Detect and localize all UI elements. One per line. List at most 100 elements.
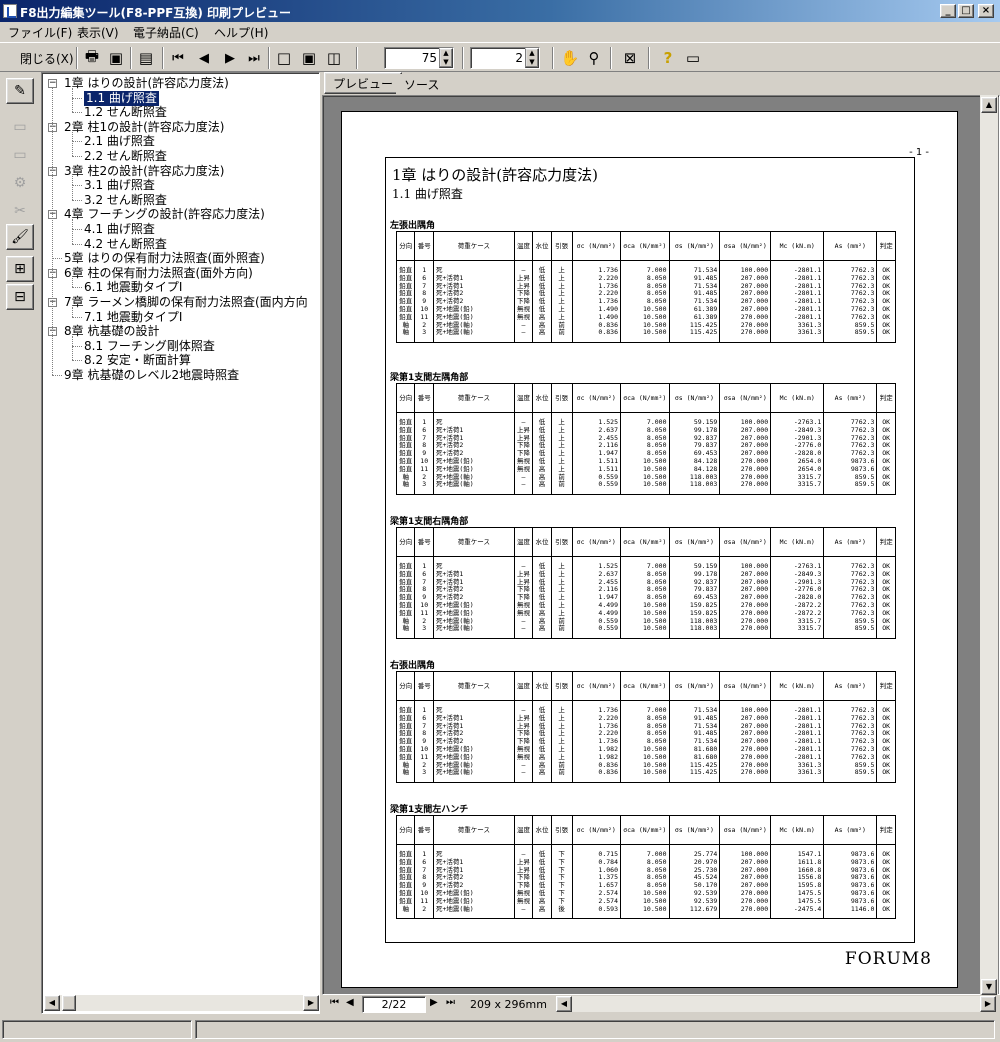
- table-column-cell: 死死+活荷1 死+活荷1 死+活荷2 死+活荷2 死+地震(鉛) 死+地震(鉛) 死+地震(…: [432, 555, 515, 640]
- maximize-button[interactable]: □: [958, 4, 974, 18]
- tree-chapter-item[interactable]: 3章 柱2の設計(許容応力度法): [64, 164, 224, 179]
- nav-last-icon[interactable]: ⏭: [446, 997, 455, 1008]
- first-page-icon[interactable]: ⏮: [166, 46, 190, 70]
- tree-section-item[interactable]: 1.2 せん断照査: [84, 105, 167, 120]
- page-indicator[interactable]: 2/22: [362, 996, 426, 1013]
- hand-icon[interactable]: ✋: [558, 46, 582, 70]
- table-cell-value: 112.679: [689, 904, 718, 913]
- column-header: As (mm²): [823, 383, 878, 413]
- tree-expand-icon[interactable]: ⊞: [6, 256, 34, 282]
- result-section: 梁第1支間左ハンチ 分向 番号 荷重ケース 温度 水位 引張 σc (N/mm²) σca (N…: [390, 802, 914, 920]
- tree-section-item[interactable]: 7.1 地震動タイプI: [84, 310, 182, 325]
- tree-section-item[interactable]: 3.1 曲げ照査: [84, 178, 155, 193]
- tree-section-item[interactable]: 2.2 せん断照査: [84, 149, 167, 164]
- tree-section-item[interactable]: 8.1 フーチング剛体照査: [84, 339, 215, 354]
- tree-section-item[interactable]: 8.2 安定・断面計算: [84, 353, 191, 368]
- tree-chapter-item[interactable]: 9章 杭基礎のレベル2地震時照査: [64, 368, 239, 383]
- table-column-cell: 1 6 7 8 9 10 11 2 3: [414, 555, 434, 640]
- tree-chapter-item[interactable]: 6章 柱の保有耐力法照査(面外方向): [64, 266, 253, 281]
- menu-help[interactable]: ヘルプ(H): [214, 24, 268, 41]
- whole-page-icon[interactable]: ◫: [322, 46, 346, 70]
- tree-connector: [72, 316, 82, 318]
- page-width-icon[interactable]: ▣: [297, 46, 321, 70]
- tree-section-item[interactable]: 6.1 地震動タイプI: [84, 280, 182, 295]
- tree-horizontal-scrollbar[interactable]: ◀ ▶: [44, 995, 319, 1011]
- column-header: 水位: [532, 383, 552, 413]
- tree-connector: [72, 243, 82, 245]
- preview-vertical-scrollbar[interactable]: ▲ ▼: [980, 95, 998, 995]
- minimize-button[interactable]: _: [940, 4, 956, 18]
- nav-next-icon[interactable]: ▶: [430, 997, 438, 1008]
- print-icon[interactable]: 🖶: [80, 46, 104, 70]
- table-cell-value: —: [521, 624, 526, 633]
- tree-connector: [72, 336, 73, 346]
- tree-chapter-item[interactable]: 5章 はりの保有耐力法照査(面外照査): [64, 251, 265, 266]
- table-column-cell: 1 6 7 8 9 10 11 2 3: [414, 411, 434, 496]
- column-header: 番号: [414, 527, 434, 557]
- scroll-up-button[interactable]: ▲: [981, 97, 997, 113]
- brush-icon[interactable]: 🖌: [6, 224, 34, 250]
- close-window-button[interactable]: ×: [978, 4, 994, 18]
- table-cell-value: 死+地震(軸): [435, 768, 474, 777]
- tree-section-item[interactable]: 1.1 曲げ照査: [84, 90, 159, 106]
- tree-section-item[interactable]: 4.1 曲げ照査: [84, 222, 155, 237]
- tree-chapter-item[interactable]: 2章 柱1の設計(許容応力度法): [64, 120, 224, 135]
- result-section: 梁第1支間左隅角部 分向 番号 荷重ケース 温度 水位 引張 σc (N/mm²) σca (N…: [390, 370, 914, 496]
- scroll-right-button[interactable]: ▶: [303, 995, 319, 1011]
- tree-chapter-item[interactable]: 4章 フーチングの設計(許容応力度法): [64, 207, 265, 222]
- nav-prev-icon[interactable]: ◀: [346, 997, 354, 1008]
- column-header: σca (N/mm²): [620, 231, 670, 261]
- column-header: As (mm²): [823, 231, 878, 261]
- tree-section-item[interactable]: 2.1 曲げ照査: [84, 134, 155, 149]
- tab-source[interactable]: ソース: [396, 74, 448, 94]
- hscroll-right-button[interactable]: ▶: [980, 996, 996, 1012]
- column-header: 分向: [395, 527, 416, 557]
- tree-chapter-item[interactable]: 1章 はりの設計(許容応力度法): [64, 76, 229, 91]
- table-cell-value: OK: [882, 624, 891, 633]
- one-page-icon[interactable]: □: [272, 46, 296, 70]
- table-column-cell: 低低低低低低高高高: [532, 699, 552, 784]
- tree-section-item[interactable]: 3.2 せん断照査: [84, 193, 167, 208]
- tree-section-item[interactable]: 4.2 せん断照査: [84, 237, 167, 252]
- page-spin-arrows[interactable]: ▲ ▼: [525, 48, 539, 68]
- zoom-spin-arrows[interactable]: ▲ ▼: [439, 48, 453, 68]
- zoom-spinbox[interactable]: 75 ▲ ▼: [384, 47, 454, 69]
- next-page-icon[interactable]: ▶: [218, 46, 242, 70]
- hscroll-left-button[interactable]: ◀: [556, 996, 572, 1012]
- table-column-cell: 100.000 207.000 207.000 207.000 207.000 207.0…: [719, 259, 772, 344]
- table-cell-value: 270.000: [740, 904, 769, 913]
- scroll-thumb[interactable]: [62, 995, 76, 1011]
- tree-collapse-icon[interactable]: ⊟: [6, 284, 34, 310]
- keyboard-icon[interactable]: ▭: [681, 46, 705, 70]
- fit-icon[interactable]: ⊠: [618, 46, 642, 70]
- magnifier-icon[interactable]: ⚲: [582, 46, 606, 70]
- table-cell-value: 270.000: [740, 768, 769, 777]
- close-preview-button[interactable]: 閉じる(X): [16, 46, 78, 70]
- nav-first-icon[interactable]: ⏮: [330, 997, 339, 1008]
- preview-horizontal-scrollbar[interactable]: ◀ ▶: [556, 996, 996, 1012]
- table-column-cell: 低低低低低低高高: [532, 843, 552, 920]
- scroll-down-button[interactable]: ▼: [981, 979, 997, 995]
- page-spinbox[interactable]: 2 ▲ ▼: [470, 47, 540, 69]
- menu-file[interactable]: ファイル(F): [8, 24, 72, 41]
- column-header: Mc (kN.m): [770, 527, 825, 557]
- table-cell-value: 3361.3: [797, 768, 822, 777]
- menu-electronic-delivery[interactable]: 電子納品(C): [133, 24, 199, 41]
- page-setup-icon[interactable]: ▤: [134, 46, 158, 70]
- tree-chapter-item[interactable]: 7章 ラーメン橋脚の保有耐力法照査(面内方向: [64, 295, 308, 310]
- tree-connector: [72, 287, 82, 289]
- help-icon[interactable]: ?: [656, 46, 680, 70]
- table-column-cell: 1547.1 1611.8 1660.8 1556.8 1595.8 1475.5 1475…: [770, 843, 825, 920]
- table-column-cell: 71.534 91.485 71.534 91.485 71.534 61.389 61.3…: [668, 259, 721, 344]
- menu-view[interactable]: 表示(V): [77, 24, 119, 41]
- previous-page-icon[interactable]: ◀: [192, 46, 216, 70]
- toolbar-separator: [552, 47, 554, 69]
- last-page-icon[interactable]: ⏭: [242, 46, 266, 70]
- tree-chapter-item[interactable]: 8章 杭基礎の設計: [64, 324, 159, 339]
- save-icon[interactable]: ▣: [104, 46, 128, 70]
- tab-preview[interactable]: プレビュー: [324, 72, 403, 94]
- column-header: 判定: [876, 527, 896, 557]
- table-cell-value: 死+地震(軸): [435, 904, 474, 913]
- pen-icon[interactable]: ✎: [6, 78, 34, 104]
- scroll-left-button[interactable]: ◀: [44, 995, 60, 1011]
